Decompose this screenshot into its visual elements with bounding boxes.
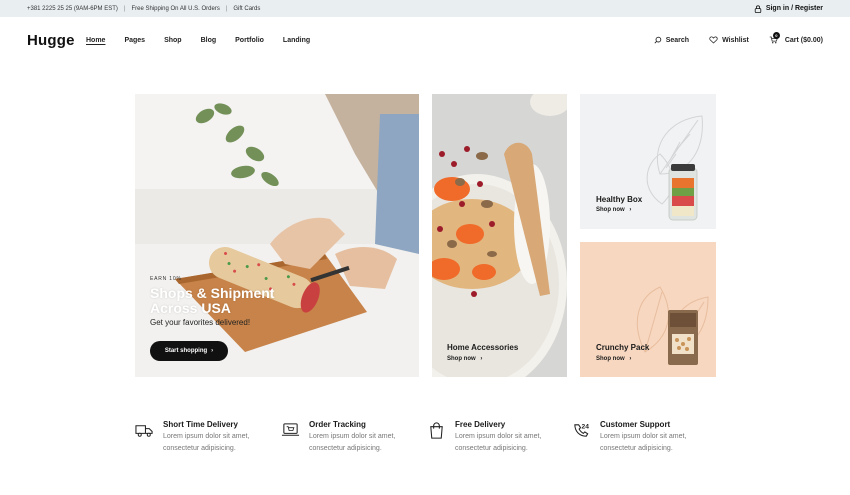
hero-title: Shops & Shipment Across USA — [150, 286, 274, 316]
feature-desc-line1: Lorem ipsum dolor sit amet, — [600, 433, 687, 440]
healthy-box-title: Healthy Box — [596, 195, 643, 204]
gift-cards-link[interactable]: Gift Cards — [233, 6, 260, 12]
top-bar: +381 2225 25 25 (9AM-6PM EST) | Free Shi… — [0, 0, 850, 17]
feature-text: Short Time Delivery Lorem ipsum dolor si… — [163, 420, 263, 455]
crunchy-pack-banner[interactable]: Crunchy Pack Shop now › — [580, 242, 716, 377]
main-nav: Home Pages Shop Blog Portfolio Landing — [86, 37, 329, 44]
separator: | — [123, 5, 126, 12]
laptop-cart-icon — [281, 423, 300, 436]
hero-title-line2: Across USA — [150, 300, 231, 316]
search-icon — [654, 36, 661, 44]
feature-desc: Lorem ipsum dolor sit amet, consectetur a… — [600, 431, 700, 455]
shopping-bag-icon — [430, 422, 443, 439]
feature-desc-line1: Lorem ipsum dolor sit amet, — [163, 433, 250, 440]
shop-now-label: Shop now — [447, 356, 476, 362]
logo[interactable]: Hugge — [27, 32, 86, 49]
phone-number: +381 2225 25 25 (9AM-6PM EST) — [27, 5, 118, 12]
healthy-box-banner[interactable]: Healthy Box Shop now › — [580, 94, 716, 229]
feature-text: Free Delivery Lorem ipsum dolor sit amet… — [455, 420, 555, 455]
sign-in-label: Sign in / Register — [765, 5, 823, 12]
feature-desc: Lorem ipsum dolor sit amet, consectetur a… — [455, 431, 555, 455]
header-actions: Search Wishlist 0 Cart ($0.00) — [654, 32, 823, 44]
separator: | — [225, 5, 228, 12]
feature-free-delivery: Free Delivery Lorem ipsum dolor sit amet… — [427, 420, 555, 455]
feature-order-tracking: Order Tracking Lorem ipsum dolor sit ame… — [281, 420, 409, 455]
free-shipping-link[interactable]: Free Shipping On All U.S. Orders — [131, 6, 219, 12]
hero-eyebrow: EARN 10% — [150, 276, 182, 282]
chevron-right-icon: › — [211, 348, 214, 354]
feature-desc-line2: consectetur adipisicing. — [455, 445, 528, 452]
nav-pages[interactable]: Pages — [124, 37, 145, 44]
feature-customer-support: 24 Customer Support Lorem ipsum dolor si… — [572, 420, 700, 455]
wishlist-label: Wishlist — [722, 36, 749, 44]
feature-desc: Lorem ipsum dolor sit amet, consectetur a… — [163, 431, 263, 455]
lock-icon — [754, 4, 762, 13]
feature-desc-line2: consectetur adipisicing. — [163, 445, 236, 452]
shop-now-label: Shop now — [596, 207, 625, 213]
nav-home[interactable]: Home — [86, 37, 105, 44]
chevron-right-icon: › — [629, 207, 632, 213]
feature-desc-line2: consectetur adipisicing. — [600, 445, 673, 452]
search-button[interactable]: Search — [654, 36, 689, 44]
feature-desc-line1: Lorem ipsum dolor sit amet, — [309, 433, 396, 440]
hero-image — [135, 94, 419, 377]
feature-desc-line2: consectetur adipisicing. — [309, 445, 382, 452]
wishlist-button[interactable]: Wishlist — [709, 36, 749, 44]
truck-icon — [135, 425, 153, 437]
hero-title-line1: Shops & Shipment — [150, 285, 275, 301]
chevron-right-icon: › — [480, 356, 483, 362]
site-header: Hugge Home Pages Shop Blog Portfolio Lan… — [0, 17, 850, 63]
home-accessories-shop-link[interactable]: Shop now › — [447, 356, 482, 362]
home-accessories-title: Home Accessories — [447, 343, 519, 352]
cart-count-badge: 0 — [772, 32, 780, 39]
nav-portfolio[interactable]: Portfolio — [235, 37, 264, 44]
feature-title: Customer Support — [600, 420, 671, 429]
shop-now-label: Shop now — [596, 356, 625, 362]
crunchy-pack-shop-link[interactable]: Shop now › — [596, 356, 631, 362]
feature-desc-line1: Lorem ipsum dolor sit amet, — [455, 433, 542, 440]
feature-text: Customer Support Lorem ipsum dolor sit a… — [600, 420, 700, 455]
svg-text:24: 24 — [582, 424, 590, 431]
feature-title: Order Tracking — [309, 420, 366, 429]
nav-blog[interactable]: Blog — [201, 37, 217, 44]
feature-title: Short Time Delivery — [163, 420, 238, 429]
feature-text: Order Tracking Lorem ipsum dolor sit ame… — [309, 420, 409, 455]
crunchy-pack-title: Crunchy Pack — [596, 343, 650, 352]
start-shopping-button[interactable]: Start shopping › — [150, 341, 228, 361]
phone-24-icon: 24 — [574, 424, 590, 437]
start-shopping-label: Start shopping — [164, 348, 208, 354]
cart-button[interactable]: 0 Cart ($0.00) — [769, 32, 823, 44]
feature-short-time-delivery: Short Time Delivery Lorem ipsum dolor si… — [135, 420, 263, 455]
home-accessories-banner[interactable]: Home Accessories Shop now › — [432, 94, 567, 377]
nav-landing[interactable]: Landing — [283, 37, 310, 44]
heart-icon — [709, 36, 718, 44]
bowl-image — [432, 94, 567, 377]
healthy-box-shop-link[interactable]: Shop now › — [596, 207, 631, 213]
cart-label: Cart ($0.00) — [784, 36, 823, 44]
chevron-right-icon: › — [629, 356, 632, 362]
sign-in-link[interactable]: Sign in / Register — [754, 4, 823, 13]
search-label: Search — [665, 36, 690, 44]
hero-banner[interactable]: EARN 10% Shops & Shipment Across USA Get… — [135, 94, 419, 377]
hero-text: EARN 10% Shops & Shipment Across USA Get… — [150, 276, 274, 327]
hero-subtitle: Get your favorites delivered! — [150, 318, 251, 327]
feature-title: Free Delivery — [455, 420, 506, 429]
feature-desc: Lorem ipsum dolor sit amet, consectetur a… — [309, 431, 409, 455]
nav-shop[interactable]: Shop — [164, 37, 182, 44]
